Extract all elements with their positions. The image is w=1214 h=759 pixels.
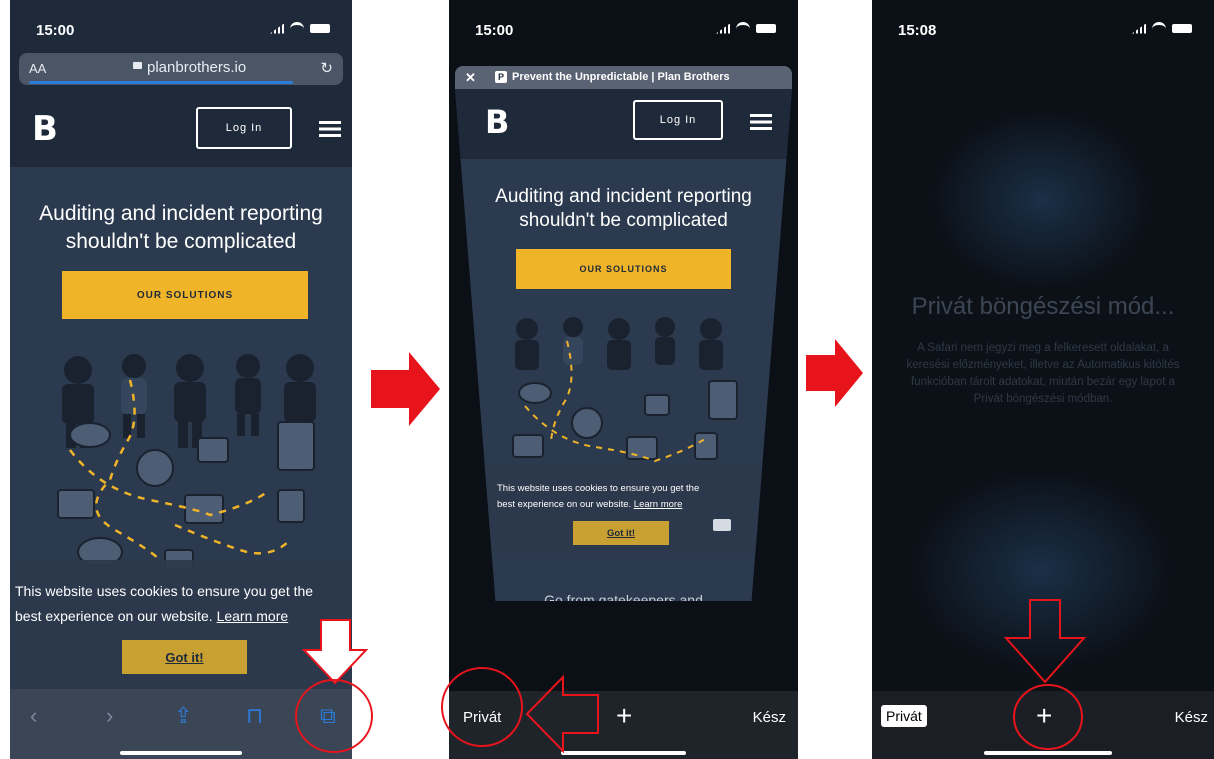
safari-toolbar: ‹ › ⇪ ⊓ ⧉ (10, 689, 352, 759)
login-button: Log In (633, 100, 723, 140)
done-button[interactable]: Kész (753, 709, 786, 726)
battery-icon (1172, 24, 1192, 33)
forward-icon[interactable]: › (106, 703, 113, 729)
done-button[interactable]: Kész (1175, 709, 1208, 726)
back-icon[interactable]: ‹ (30, 703, 37, 729)
new-tab-plus-icon[interactable]: + (1036, 700, 1052, 732)
phone-screen-private-mode: 15:08 Privát böngészési mód... A Safari … (872, 0, 1214, 759)
cookie-banner: This website uses cookies to ensure you … (10, 560, 352, 690)
bookmarks-icon[interactable]: ⊓ (246, 703, 263, 729)
chat-bubble-icon (571, 407, 603, 439)
signal-icon (1132, 23, 1146, 34)
next-step-arrow-icon (371, 352, 440, 426)
home-indicator (561, 751, 686, 755)
document-icon (277, 489, 305, 523)
hero-headline: Auditing and incident reporting shouldn'… (39, 202, 323, 253)
status-time: 15:00 (36, 22, 75, 39)
url-text[interactable]: planbrothers.io (147, 59, 246, 76)
private-mode-title: Privát böngészési mód... (911, 293, 1175, 320)
learn-more-link[interactable]: Learn more (217, 608, 289, 624)
hero-illustration (512, 317, 738, 463)
calculator-icon (184, 494, 224, 524)
police-cap-icon (69, 422, 111, 448)
checklist-icon (277, 421, 315, 471)
calculator-icon (626, 436, 658, 460)
chat-bubble-icon (136, 449, 174, 487)
person-icon (563, 317, 583, 365)
computer-icon (57, 489, 95, 519)
phone-screen-safari-page: 15:00 AA planbrothers.io ↻ B Log In Audi… (10, 0, 352, 759)
private-mode-description: A Safari nem jegyzi meg a felkeresett ol… (906, 342, 1180, 405)
person-icon (174, 354, 206, 448)
private-mode-button[interactable]: Privát (881, 705, 927, 727)
our-solutions-button: OUR SOLUTIONS (516, 249, 731, 289)
got-it-button[interactable]: Got it! (122, 640, 247, 674)
battery-icon (756, 24, 776, 33)
menu-icon (750, 114, 772, 130)
wifi-icon (290, 22, 304, 35)
hero-headline: Auditing and incident reporting shouldn'… (495, 186, 752, 231)
person-icon (699, 318, 723, 370)
tabs-icon[interactable]: ⧉ (320, 703, 336, 729)
reload-icon[interactable]: ↻ (320, 59, 333, 77)
person-icon (235, 354, 261, 436)
battery-icon (310, 24, 330, 33)
tab-title: Prevent the Unpredictable | Plan Brother… (512, 71, 730, 83)
site-logo[interactable]: B (32, 109, 58, 149)
home-indicator (120, 751, 242, 755)
page-load-progress (29, 81, 293, 84)
close-tab-icon[interactable]: ✕ (465, 70, 476, 86)
login-button[interactable]: Log In (196, 107, 292, 149)
address-bar[interactable]: AA planbrothers.io ↻ (19, 53, 343, 85)
computer-icon (512, 434, 544, 458)
person-icon (515, 318, 539, 370)
menu-icon[interactable] (319, 121, 341, 137)
person-icon (655, 317, 675, 365)
envelope-icon (197, 437, 229, 463)
signal-icon (716, 23, 730, 34)
favicon: P (495, 71, 507, 83)
text-size-button[interactable]: AA (29, 61, 46, 76)
signal-icon (270, 23, 284, 34)
wifi-icon (736, 22, 750, 35)
tab-title-bar: ✕ P Prevent the Unpredictable | Plan Bro… (455, 66, 792, 89)
lock-icon (133, 62, 142, 69)
police-cap-icon (518, 382, 552, 404)
tab-switcher-toolbar: Privát + Kész (449, 691, 798, 759)
envelope-icon (644, 394, 670, 416)
site-header: B Log In (10, 93, 352, 167)
status-bar: 15:00 (449, 0, 798, 52)
next-step-arrow-icon (806, 339, 863, 407)
our-solutions-button[interactable]: OUR SOLUTIONS (62, 271, 308, 319)
person-icon (607, 318, 631, 370)
status-bar: 15:08 (872, 0, 1214, 52)
got-it-button: Got it! (573, 521, 669, 545)
phone-screen-tab-switcher: 15:00 ✕ P Prevent the Unpredictable | Pl… (449, 0, 798, 759)
home-indicator (984, 751, 1112, 755)
tab-preview: B Log In Auditing and incident reporting… (455, 89, 792, 601)
page-continuation-text: Go from gatekeepers and (544, 592, 703, 601)
private-mode-button[interactable]: Privát (463, 709, 501, 726)
hero-illustration (57, 354, 316, 570)
status-time: 15:00 (475, 22, 514, 39)
share-icon[interactable]: ⇪ (174, 703, 192, 729)
new-tab-plus-icon[interactable]: + (616, 700, 632, 732)
tab-switcher-toolbar: Privát + Kész (872, 691, 1214, 759)
cookie-banner: This website uses cookies to ensure you … (455, 465, 792, 553)
site-logo: B (485, 103, 510, 141)
checklist-icon (708, 380, 738, 420)
learn-more-link: Learn more (633, 499, 683, 510)
wifi-icon (1152, 22, 1166, 35)
status-time: 15:08 (898, 22, 937, 39)
tab-card[interactable]: ✕ P Prevent the Unpredictable | Plan Bro… (455, 66, 792, 601)
chat-icon (713, 519, 731, 531)
document-icon (694, 432, 718, 460)
